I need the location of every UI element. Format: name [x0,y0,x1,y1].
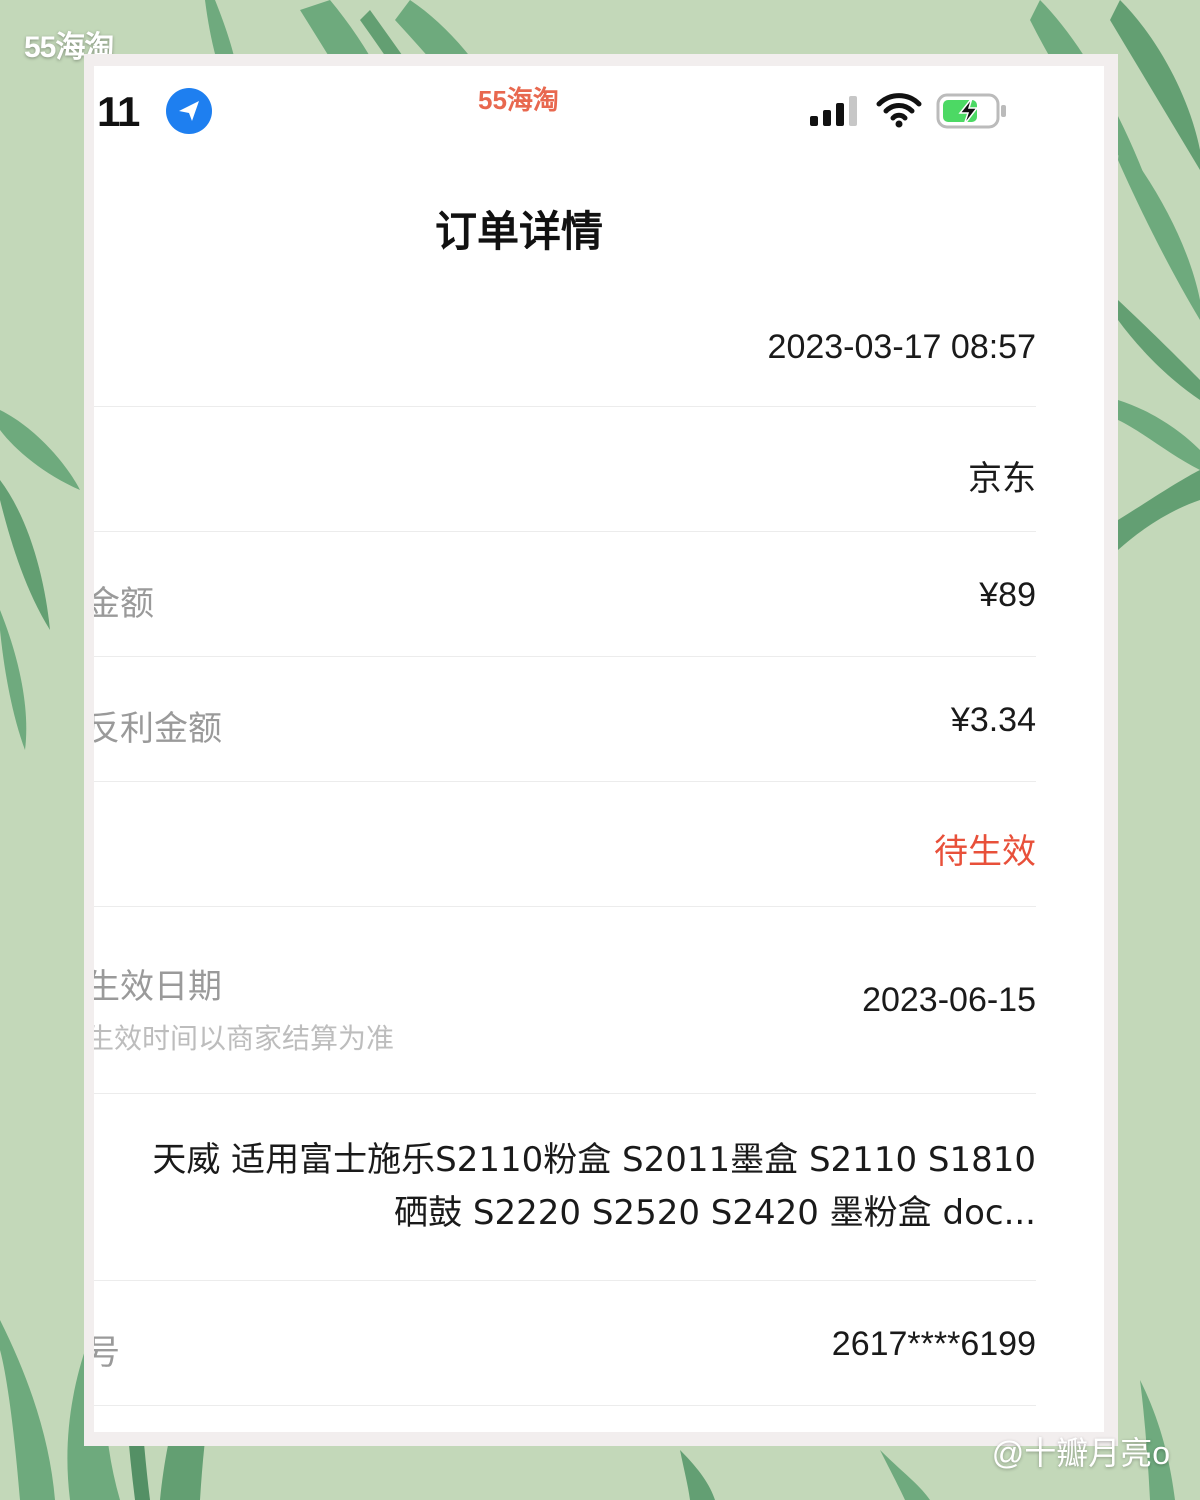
detail-row-effective-date: 生效日期 生效时间以商家结算为准 2023-06-15 [94,907,1036,1094]
watermark-bottom-right: @十瓣月亮o [991,1435,1170,1471]
wifi-icon [876,93,922,128]
rebate-value: ¥3.34 [950,701,1036,739]
detail-row-order-number: 号 2617****6199 [94,1281,1036,1406]
rebate-label: 反利金额 [94,709,222,749]
detail-row-order-time: 2023-03-17 08:57 [94,286,1036,407]
phone-screen: :11 55海淘 订单详情 2023-03-17 08:57 [94,66,1104,1432]
page-title: 订单详情 [434,207,603,256]
detail-row-platform: 京东 [94,407,1036,532]
status-badge: 待生效 [934,832,1036,872]
detail-row-product: 天威 适用富士施乐S2110粉盒 S2011墨盒 S2110 S1810硒鼓 S… [94,1094,1036,1281]
location-arrow-icon [166,88,212,134]
order-time-value: 2023-03-17 08:57 [767,328,1036,366]
amount-label: 金额 [94,584,154,624]
detail-row-status: 待生效 [94,782,1036,907]
effective-date-label: 生效日期 [94,967,222,1007]
detail-row-rebate: 反利金额 ¥3.34 [94,657,1036,782]
effective-date-note: 生效时间以商家结算为准 [94,1022,395,1055]
detail-row-amount: 金额 ¥89 [94,532,1036,657]
effective-date-value: 2023-06-15 [862,981,1036,1019]
order-number-label: 号 [94,1333,120,1373]
cellular-signal-icon [810,96,857,126]
battery-charging-icon [936,93,1006,129]
status-time: :11 [94,88,140,135]
phone-frame: :11 55海淘 订单详情 2023-03-17 08:57 [84,54,1118,1446]
amount-value: ¥89 [979,576,1036,614]
product-name: 天威 适用富士施乐S2110粉盒 S2011墨盒 S2110 S1810硒鼓 S… [152,1140,1036,1233]
center-watermark: 55海淘 [478,85,559,115]
order-number-value: 2617****6199 [831,1325,1036,1363]
platform-value: 京东 [968,459,1036,499]
